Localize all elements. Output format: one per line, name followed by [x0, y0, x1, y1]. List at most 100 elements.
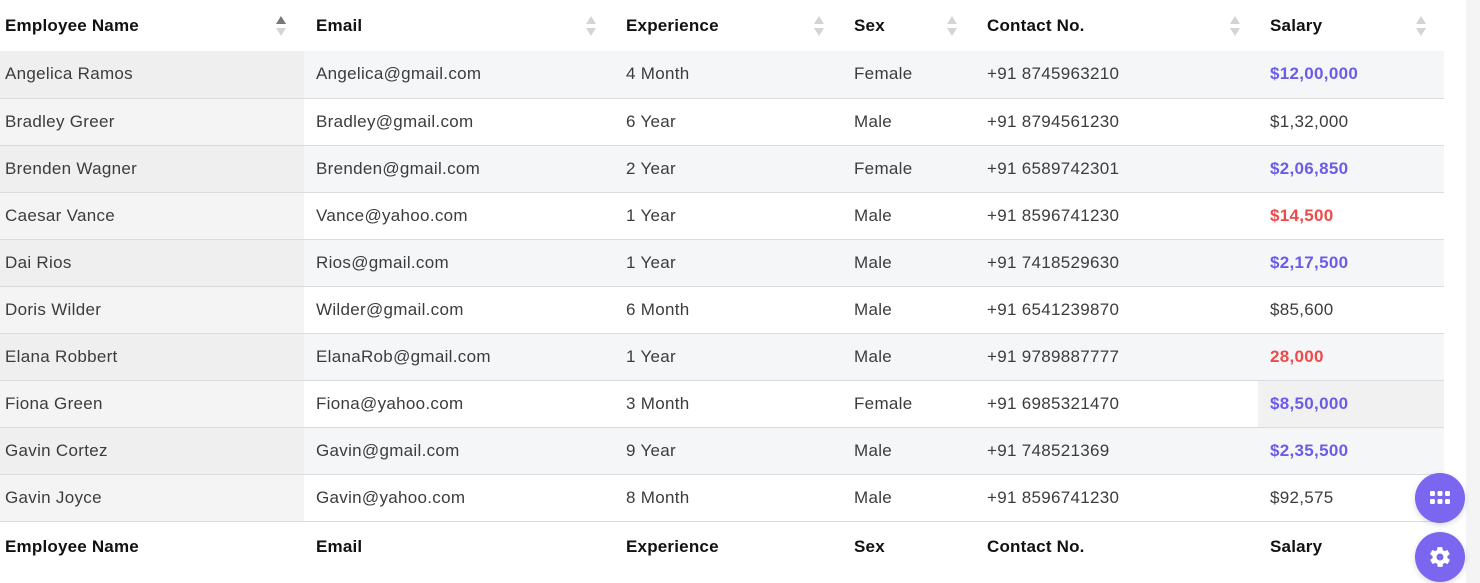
cell-salary: $12,00,000 [1258, 51, 1444, 99]
sort-arrows-icon [947, 15, 957, 37]
cell-contact: +91 6985321470 [975, 380, 1258, 428]
cell-name: Doris Wilder [0, 286, 304, 334]
settings-button[interactable] [1415, 532, 1465, 582]
cell-salary: $2,35,500 [1258, 427, 1444, 475]
table-row[interactable]: Doris Wilder Wilder@gmail.com 6 Month Male +… [0, 286, 1444, 334]
header-label: Sex [854, 15, 885, 35]
cell-experience: 1 Year [614, 192, 842, 240]
cell-email: Rios@gmail.com [304, 239, 614, 287]
cell-email: Gavin@gmail.com [304, 427, 614, 475]
cell-name: Gavin Cortez [0, 427, 304, 475]
footer-contact-no: Contact No. [987, 537, 1085, 557]
apps-grid-icon [1430, 491, 1450, 504]
cell-contact: +91 6589742301 [975, 145, 1258, 193]
table-header: Employee Name Email Experience Sex Conta… [0, 0, 1444, 51]
cell-experience: 4 Month [614, 51, 842, 99]
cell-experience: 8 Month [614, 474, 842, 522]
cell-email: Brenden@gmail.com [304, 145, 614, 193]
table-row[interactable]: Gavin Joyce Gavin@yahoo.com 8 Month Male +91… [0, 474, 1444, 522]
cell-contact: +91 8596741230 [975, 192, 1258, 240]
cell-name: Dai Rios [0, 239, 304, 287]
cell-contact: +91 7418529630 [975, 239, 1258, 287]
cell-sex: Male [842, 333, 975, 381]
header-experience[interactable]: Experience [614, 0, 842, 51]
sort-arrows-icon [586, 15, 596, 37]
table-row[interactable]: Caesar Vance Vance@yahoo.com 1 Year Male +91… [0, 192, 1444, 240]
table-row[interactable]: Fiona Green Fiona@yahoo.com 3 Month Female +… [0, 380, 1444, 428]
sort-arrows-icon [1230, 15, 1240, 37]
cell-name: Caesar Vance [0, 192, 304, 240]
cell-experience: 3 Month [614, 380, 842, 428]
header-contact-no[interactable]: Contact No. [975, 0, 1258, 51]
cell-email: Bradley@gmail.com [304, 98, 614, 146]
sort-arrows-icon [814, 15, 824, 37]
cell-salary: $1,32,000 [1258, 98, 1444, 146]
cell-contact: +91 748521369 [975, 427, 1258, 475]
cell-contact: +91 8794561230 [975, 98, 1258, 146]
table-row[interactable]: Dai Rios Rios@gmail.com 1 Year Male +91 7418… [0, 239, 1444, 287]
sort-arrows-icon [1416, 15, 1426, 37]
cell-experience: 9 Year [614, 427, 842, 475]
cell-sex: Male [842, 239, 975, 287]
cell-sex: Female [842, 145, 975, 193]
table-row[interactable]: Brenden Wagner Brenden@gmail.com 2 Year Fem… [0, 145, 1444, 193]
footer-sex: Sex [854, 537, 885, 557]
cell-sex: Male [842, 427, 975, 475]
cell-email: Wilder@gmail.com [304, 286, 614, 334]
cell-contact: +91 8596741230 [975, 474, 1258, 522]
cell-salary: 28,000 [1258, 333, 1444, 381]
cell-name: Elana Robbert [0, 333, 304, 381]
gear-icon [1430, 547, 1450, 567]
cell-experience: 1 Year [614, 239, 842, 287]
cell-name: Gavin Joyce [0, 474, 304, 522]
header-label: Salary [1270, 15, 1323, 35]
cell-sex: Female [842, 380, 975, 428]
cell-contact: +91 9789887777 [975, 333, 1258, 381]
table-row[interactable]: Bradley Greer Bradley@gmail.com 6 Year Male… [0, 98, 1444, 146]
cell-email: Angelica@gmail.com [304, 51, 614, 99]
cell-name: Brenden Wagner [0, 145, 304, 193]
cell-name: Angelica Ramos [0, 51, 304, 99]
table-row[interactable]: Gavin Cortez Gavin@gmail.com 9 Year Male +91… [0, 427, 1444, 475]
cell-experience: 2 Year [614, 145, 842, 193]
vertical-scrollbar[interactable] [1466, 0, 1480, 583]
cell-name: Bradley Greer [0, 98, 304, 146]
cell-name: Fiona Green [0, 380, 304, 428]
cell-contact: +91 8745963210 [975, 51, 1258, 99]
header-label: Experience [626, 15, 719, 35]
footer-email: Email [316, 537, 363, 557]
employee-table-container: Employee Name Email Experience Sex Conta… [0, 0, 1444, 573]
cell-experience: 1 Year [614, 333, 842, 381]
header-sex[interactable]: Sex [842, 0, 975, 51]
cell-contact: +91 6541239870 [975, 286, 1258, 334]
footer-experience: Experience [626, 537, 719, 557]
employee-table: Employee Name Email Experience Sex Conta… [0, 0, 1444, 573]
cell-sex: Male [842, 286, 975, 334]
footer-employee-name: Employee Name [5, 537, 139, 557]
header-label: Contact No. [987, 15, 1085, 35]
cell-experience: 6 Month [614, 286, 842, 334]
cell-salary: $8,50,000 [1258, 380, 1444, 428]
cell-email: Fiona@yahoo.com [304, 380, 614, 428]
sort-arrows-icon [276, 15, 286, 37]
table-footer: Employee Name Email Experience Sex Conta… [0, 521, 1444, 573]
cell-salary: $14,500 [1258, 192, 1444, 240]
table-body: Angelica Ramos Angelica@gmail.com 4 Month F… [0, 51, 1444, 522]
cell-salary: $2,17,500 [1258, 239, 1444, 287]
cell-sex: Female [842, 51, 975, 99]
header-label: Employee Name [5, 15, 139, 35]
cell-sex: Male [842, 192, 975, 240]
header-salary[interactable]: Salary [1258, 0, 1444, 51]
header-label: Email [316, 15, 363, 35]
cell-salary: $2,06,850 [1258, 145, 1444, 193]
apps-button[interactable] [1415, 473, 1465, 523]
header-employee-name[interactable]: Employee Name [0, 0, 304, 51]
cell-email: Vance@yahoo.com [304, 192, 614, 240]
cell-sex: Male [842, 98, 975, 146]
cell-email: ElanaRob@gmail.com [304, 333, 614, 381]
header-email[interactable]: Email [304, 0, 614, 51]
table-row[interactable]: Elana Robbert ElanaRob@gmail.com 1 Year Mal… [0, 333, 1444, 381]
cell-sex: Male [842, 474, 975, 522]
cell-email: Gavin@yahoo.com [304, 474, 614, 522]
table-row[interactable]: Angelica Ramos Angelica@gmail.com 4 Month F… [0, 51, 1444, 99]
